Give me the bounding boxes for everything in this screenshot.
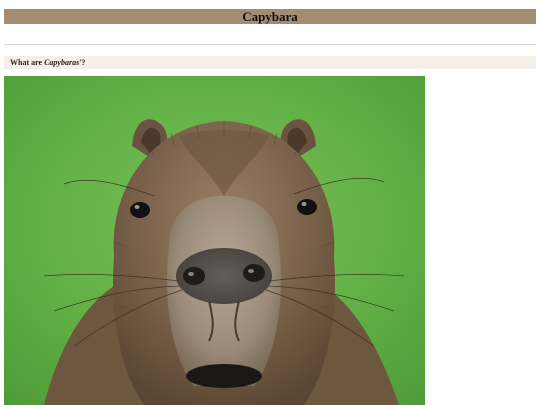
divider xyxy=(4,44,536,45)
capybara-illustration xyxy=(4,76,425,405)
section-heading-suffix: '? xyxy=(79,58,86,67)
section-heading: What are Capybaras'? xyxy=(10,56,85,69)
page-title: Capybara xyxy=(242,9,298,24)
page-title-bar: Capybara xyxy=(4,9,536,24)
section-heading-subject: Capybaras xyxy=(44,58,80,67)
capybara-photo xyxy=(4,76,425,405)
section-heading-bar: What are Capybaras'? xyxy=(4,56,536,69)
section-heading-prefix: What are xyxy=(10,58,45,67)
